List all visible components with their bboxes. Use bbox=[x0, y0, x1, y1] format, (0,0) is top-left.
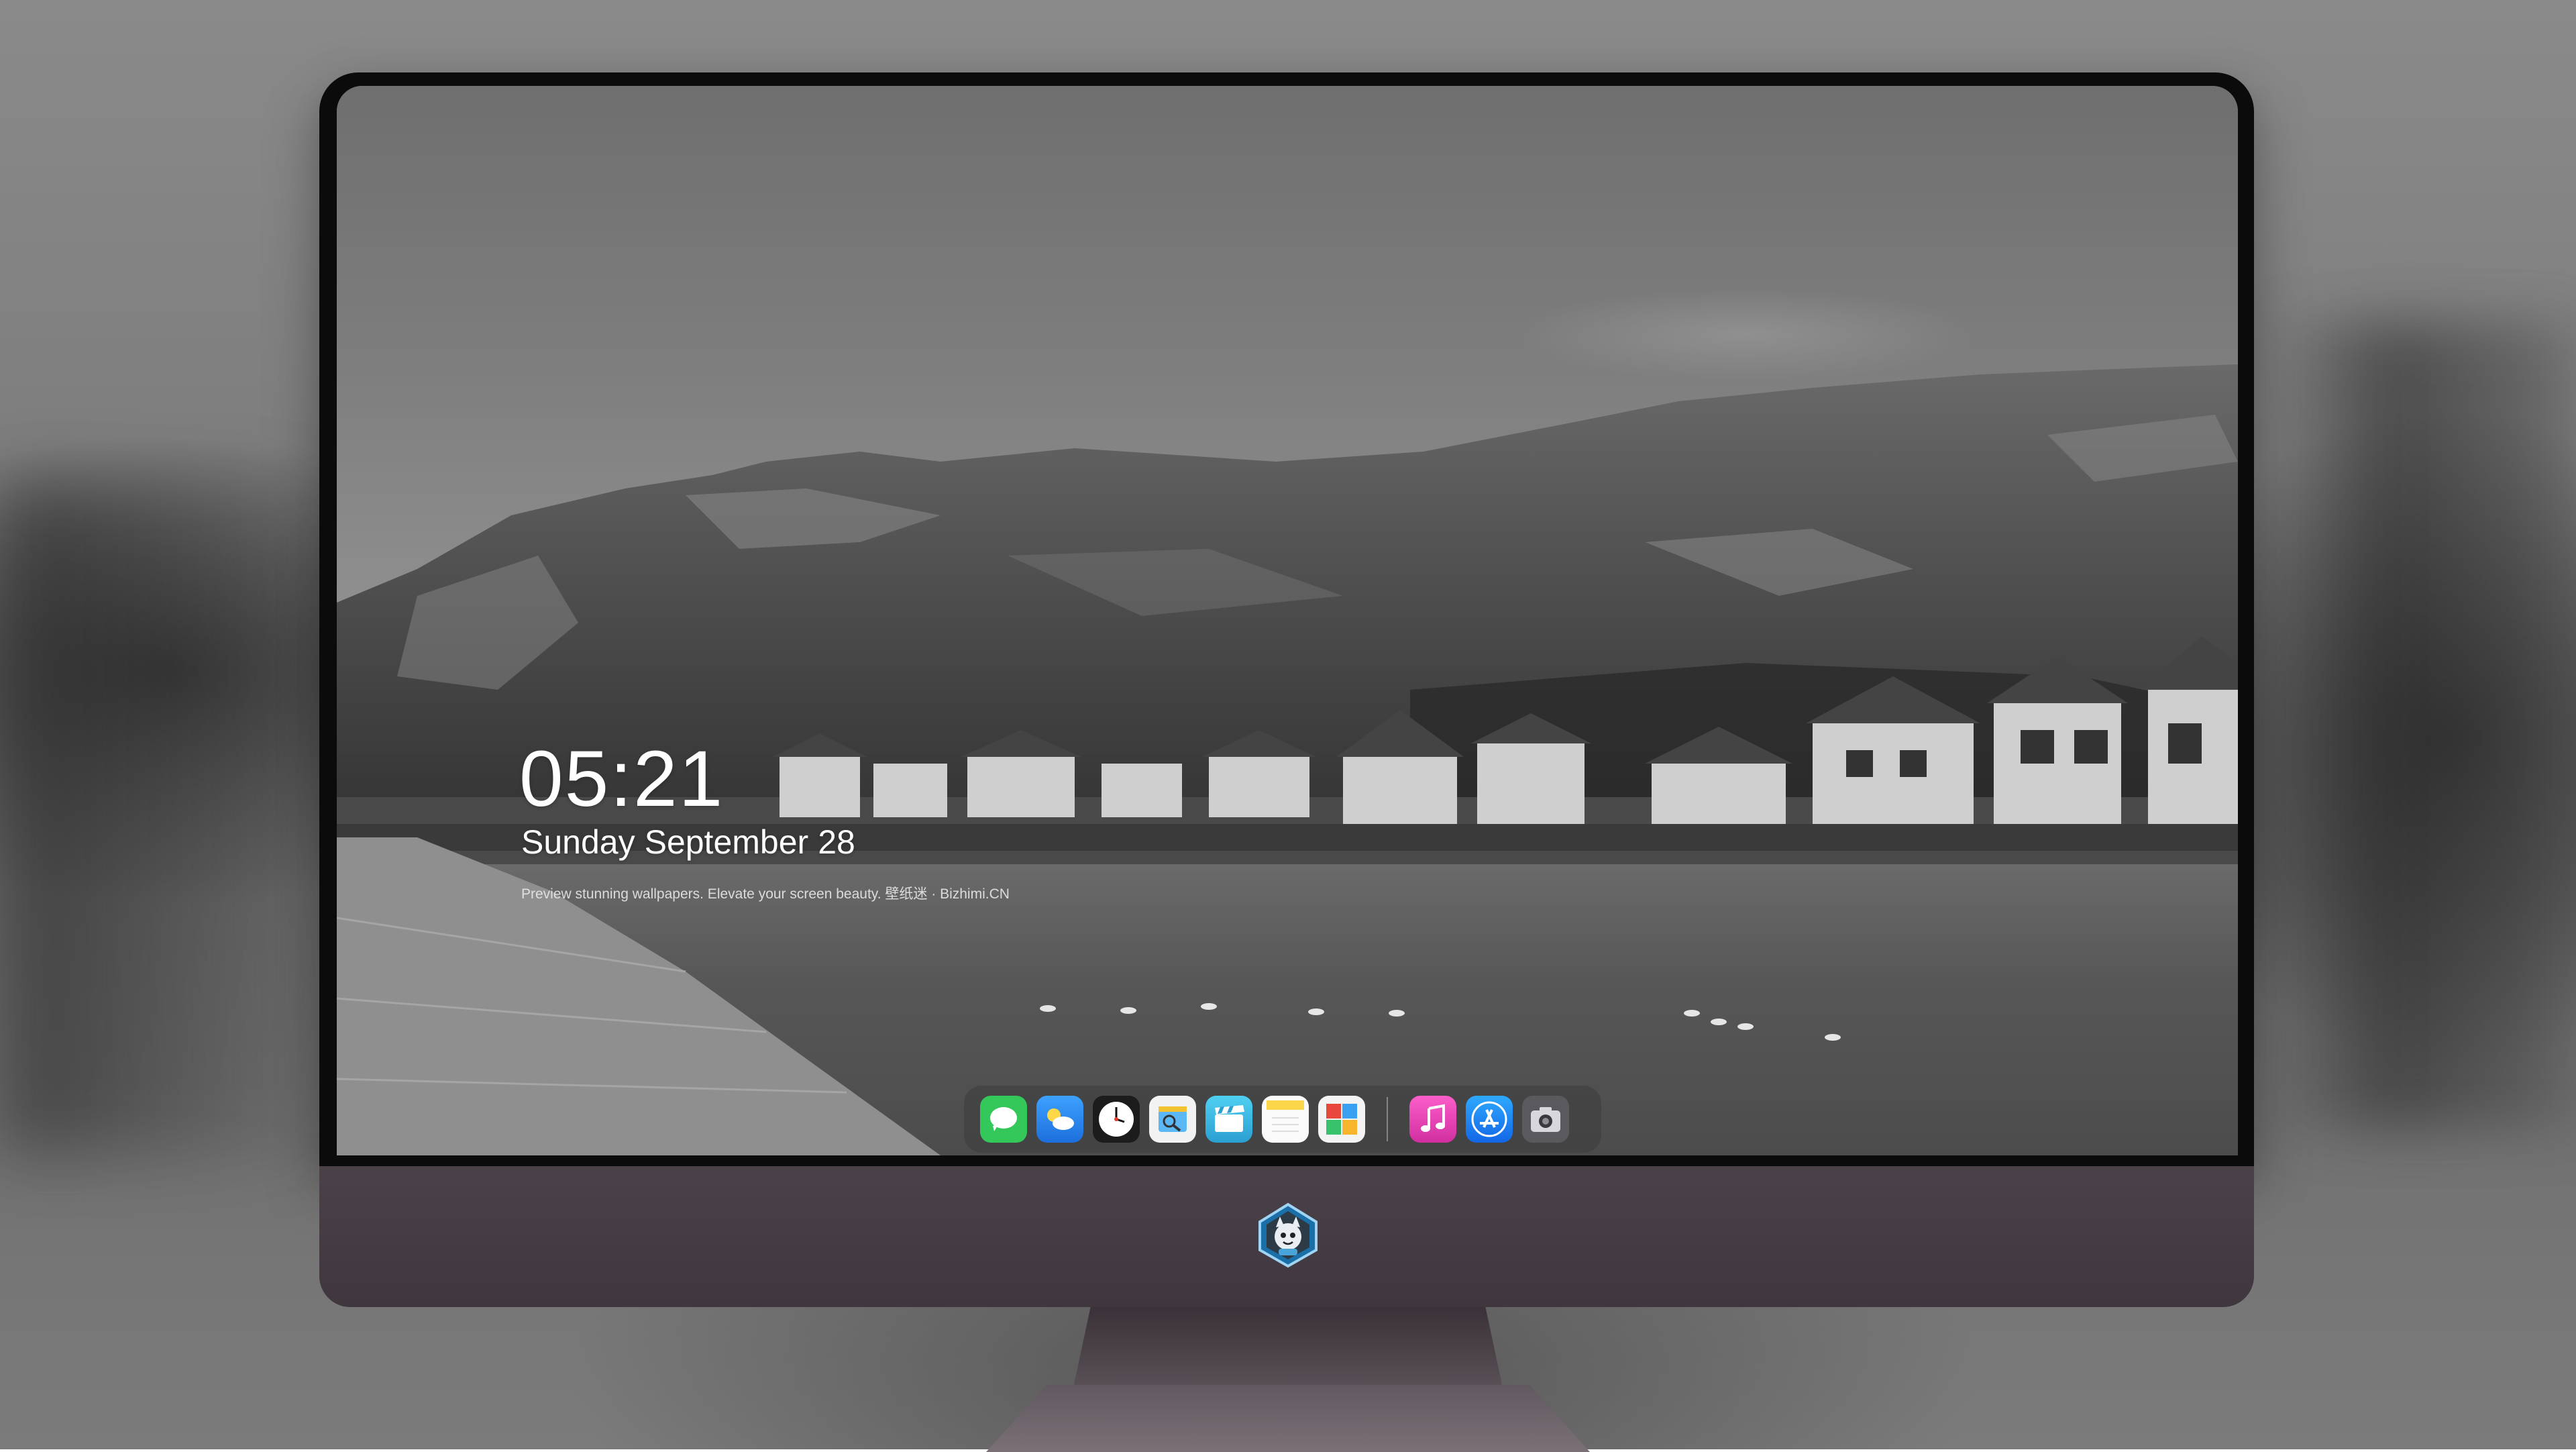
notes-icon[interactable] bbox=[1262, 1096, 1309, 1143]
desktop-screen: 05:21 Sunday September 28 Preview stunning… bbox=[337, 86, 2238, 1155]
date-day: 28 bbox=[818, 823, 855, 861]
clock-icon[interactable] bbox=[1093, 1096, 1140, 1143]
dock bbox=[964, 1086, 1601, 1153]
music-icon[interactable] bbox=[1409, 1096, 1456, 1143]
lockscreen-date: Sunday September 28 bbox=[521, 823, 865, 862]
lockscreen-time: 05:21 bbox=[519, 735, 724, 823]
clips-icon[interactable] bbox=[1205, 1096, 1252, 1143]
date-weekday: Sunday bbox=[521, 823, 635, 861]
messages-icon[interactable] bbox=[980, 1096, 1027, 1143]
mascot-logo-icon bbox=[1258, 1202, 1318, 1268]
app-store-icon[interactable] bbox=[1466, 1096, 1513, 1143]
monitor-stand-base bbox=[986, 1385, 1590, 1452]
preview-icon[interactable] bbox=[1149, 1096, 1196, 1143]
dock-separator bbox=[1387, 1097, 1388, 1141]
screenshot-icon[interactable] bbox=[1522, 1096, 1569, 1143]
monitor-stand-neck bbox=[1073, 1307, 1503, 1388]
date-month: September bbox=[644, 823, 809, 861]
weather-icon[interactable] bbox=[1036, 1096, 1083, 1143]
wallpaper-caption: Preview stunning wallpapers. Elevate you… bbox=[521, 886, 1010, 902]
photo-booth-icon[interactable] bbox=[1318, 1096, 1365, 1143]
